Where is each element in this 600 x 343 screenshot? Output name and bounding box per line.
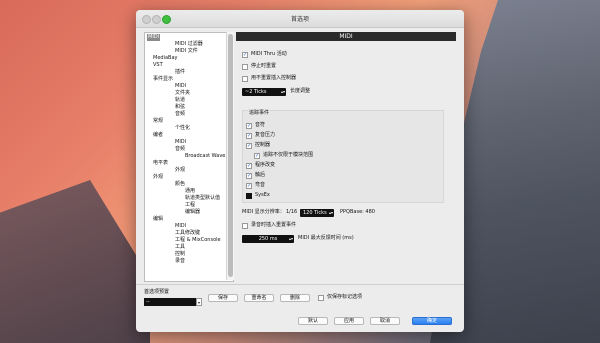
scrollbar-thumb[interactable] <box>228 34 233 277</box>
chase-sysex-checkbox[interactable] <box>246 193 252 199</box>
tree-item[interactable]: MIDI <box>175 139 186 146</box>
wallpaper-rock-left <box>0 180 150 343</box>
stepper-icon: ▴▾ <box>288 236 293 241</box>
max-feedback-field[interactable]: 250 ms ▴▾ <box>242 235 294 243</box>
tree-item[interactable]: Broadcast Wave <box>185 153 225 160</box>
ppq-base: PPQBase: 480 <box>340 209 375 215</box>
tree-item[interactable]: 颜色 <box>175 181 185 188</box>
insert-reset-label: 录音时插入重置事件 <box>251 222 297 228</box>
resolution-label: MIDI 显示分辨率： <box>242 209 285 215</box>
ok-button[interactable]: 确定 <box>412 317 452 325</box>
stepper-icon: ▴▾ <box>280 89 285 94</box>
save-button[interactable]: 保存 <box>208 294 238 302</box>
tree-item[interactable]: MediaBay <box>153 55 177 62</box>
midi-thru-label: MIDI Thru 活动 <box>251 51 287 57</box>
length-adjust-field[interactable]: ~2 Ticks ▴▾ <box>242 88 286 96</box>
tree-item[interactable]: 编者 <box>153 132 163 139</box>
tree-item[interactable]: 轨道 <box>175 97 185 104</box>
tree-item[interactable]: 通用 <box>185 188 195 195</box>
chase-item-label: 弯音 <box>255 182 266 188</box>
preset-select[interactable]: -- <box>144 298 196 306</box>
window-title: 首选项 <box>290 16 309 23</box>
defaults-button[interactable]: 默认 <box>298 317 328 325</box>
panel-title: MIDI <box>236 32 456 41</box>
tree-item[interactable]: MIDI <box>175 83 186 90</box>
tree-item[interactable]: 和弦 <box>175 104 185 111</box>
ticks-value: 120 Ticks <box>303 210 327 216</box>
no-reset-controllers-checkbox[interactable] <box>242 76 248 82</box>
chase-aftertouch-checkbox[interactable]: ✓ <box>246 173 252 179</box>
chase-item-label: 控制器 <box>255 142 271 148</box>
delete-button[interactable]: 删除 <box>280 294 310 302</box>
chase-not-limited-checkbox[interactable]: ✓ <box>254 153 260 159</box>
chase-pitchbend-checkbox[interactable]: ✓ <box>246 183 252 189</box>
length-adjust-value: ~2 Ticks <box>245 89 267 95</box>
chase-item-label: 追踪不仅限于模块范围 <box>263 152 314 158</box>
stepper-icon: ▴▾ <box>328 210 333 215</box>
chase-controller-checkbox[interactable]: ✓ <box>246 143 252 149</box>
length-adjust-label: 长度调整 <box>290 88 311 94</box>
tree-item[interactable]: 工程 <box>185 202 195 209</box>
tree-item[interactable]: MIDI 过滤器 <box>175 41 203 48</box>
chase-program-change-checkbox[interactable]: ✓ <box>246 163 252 169</box>
tree-scrollbar[interactable] <box>226 32 234 280</box>
chase-item-label: 复音压力 <box>255 132 276 138</box>
max-feedback-value: 250 ms <box>258 236 278 242</box>
tree-item[interactable]: MIDI 文件 <box>175 48 198 55</box>
store-marked-checkbox[interactable] <box>318 295 324 301</box>
midi-thru-checkbox[interactable]: ✓ <box>242 52 248 58</box>
reset-on-stop-checkbox[interactable] <box>242 64 248 70</box>
tree-item[interactable]: 音频 <box>175 146 185 153</box>
tree-item-midi[interactable]: MIDI <box>147 34 161 41</box>
reset-on-stop-label: 停止时重置 <box>251 63 277 69</box>
tree-item[interactable]: 文件夹 <box>175 90 190 97</box>
tree-item[interactable]: 轨道类型默认值 <box>185 195 220 202</box>
store-marked-label: 仅保存标记选项 <box>327 294 363 300</box>
tree-item[interactable]: 控制 <box>175 251 185 258</box>
rename-button[interactable]: 重命名 <box>244 294 274 302</box>
chevron-down-icon[interactable]: ▾ <box>196 298 202 306</box>
max-feedback-label: MIDI 最大反馈时间 (ms) <box>298 235 354 241</box>
tree-item[interactable]: VST <box>153 62 163 69</box>
apply-button[interactable]: 应用 <box>334 317 364 325</box>
tree-item[interactable]: 编辑 <box>153 216 163 223</box>
chase-item-label: 音符 <box>255 122 266 128</box>
insert-reset-checkbox[interactable] <box>242 223 248 229</box>
cancel-button[interactable]: 取消 <box>370 317 400 325</box>
chase-item-label: 程序改变 <box>255 162 276 168</box>
tree-item[interactable]: 个性化 <box>175 125 190 132</box>
tree-item[interactable]: 工具修改键 <box>175 230 200 237</box>
chase-item-label: 触后 <box>255 172 266 178</box>
chase-poly-pressure-checkbox[interactable]: ✓ <box>246 133 252 139</box>
chase-events-title: 追踪事件 <box>248 109 271 116</box>
tree-item[interactable]: 音频 <box>175 111 185 118</box>
ticks-field[interactable]: 120 Ticks ▴▾ <box>300 209 334 217</box>
tree-item[interactable]: 编辑器 <box>185 209 200 216</box>
preferences-tree: MIDI MIDI 过滤器 MIDI 文件 MediaBay VST 插件 事件… <box>144 32 234 282</box>
tree-item[interactable]: 工程 & MixConsole <box>175 237 221 244</box>
resolution-value[interactable]: 1/16 <box>286 209 297 216</box>
tree-item[interactable]: 事件显示 <box>153 76 173 83</box>
tree-item[interactable]: 外观 <box>175 167 185 174</box>
footer-divider <box>136 284 464 285</box>
tree-item[interactable]: 录音 <box>175 258 185 265</box>
no-reset-controllers-label: 用不重置插入控制器 <box>251 75 297 81</box>
chase-notes-checkbox[interactable]: ✓ <box>246 123 252 129</box>
preferences-window: 首选项 MIDI MIDI 过滤器 MIDI 文件 MediaBay VST 插… <box>136 10 464 332</box>
tree-item[interactable]: 常规 <box>153 118 163 125</box>
tree-item[interactable]: 插件 <box>175 69 185 76</box>
tree-item[interactable]: 外观 <box>153 174 163 181</box>
tree-item[interactable]: 工具 <box>175 244 185 251</box>
tree-item[interactable]: MIDI <box>175 223 186 230</box>
tree-item[interactable]: 电平表 <box>153 160 168 167</box>
preset-label: 首选项预置 <box>144 289 170 295</box>
chase-item-label: SysEx <box>255 192 270 198</box>
title-bar[interactable]: 首选项 <box>136 10 464 28</box>
